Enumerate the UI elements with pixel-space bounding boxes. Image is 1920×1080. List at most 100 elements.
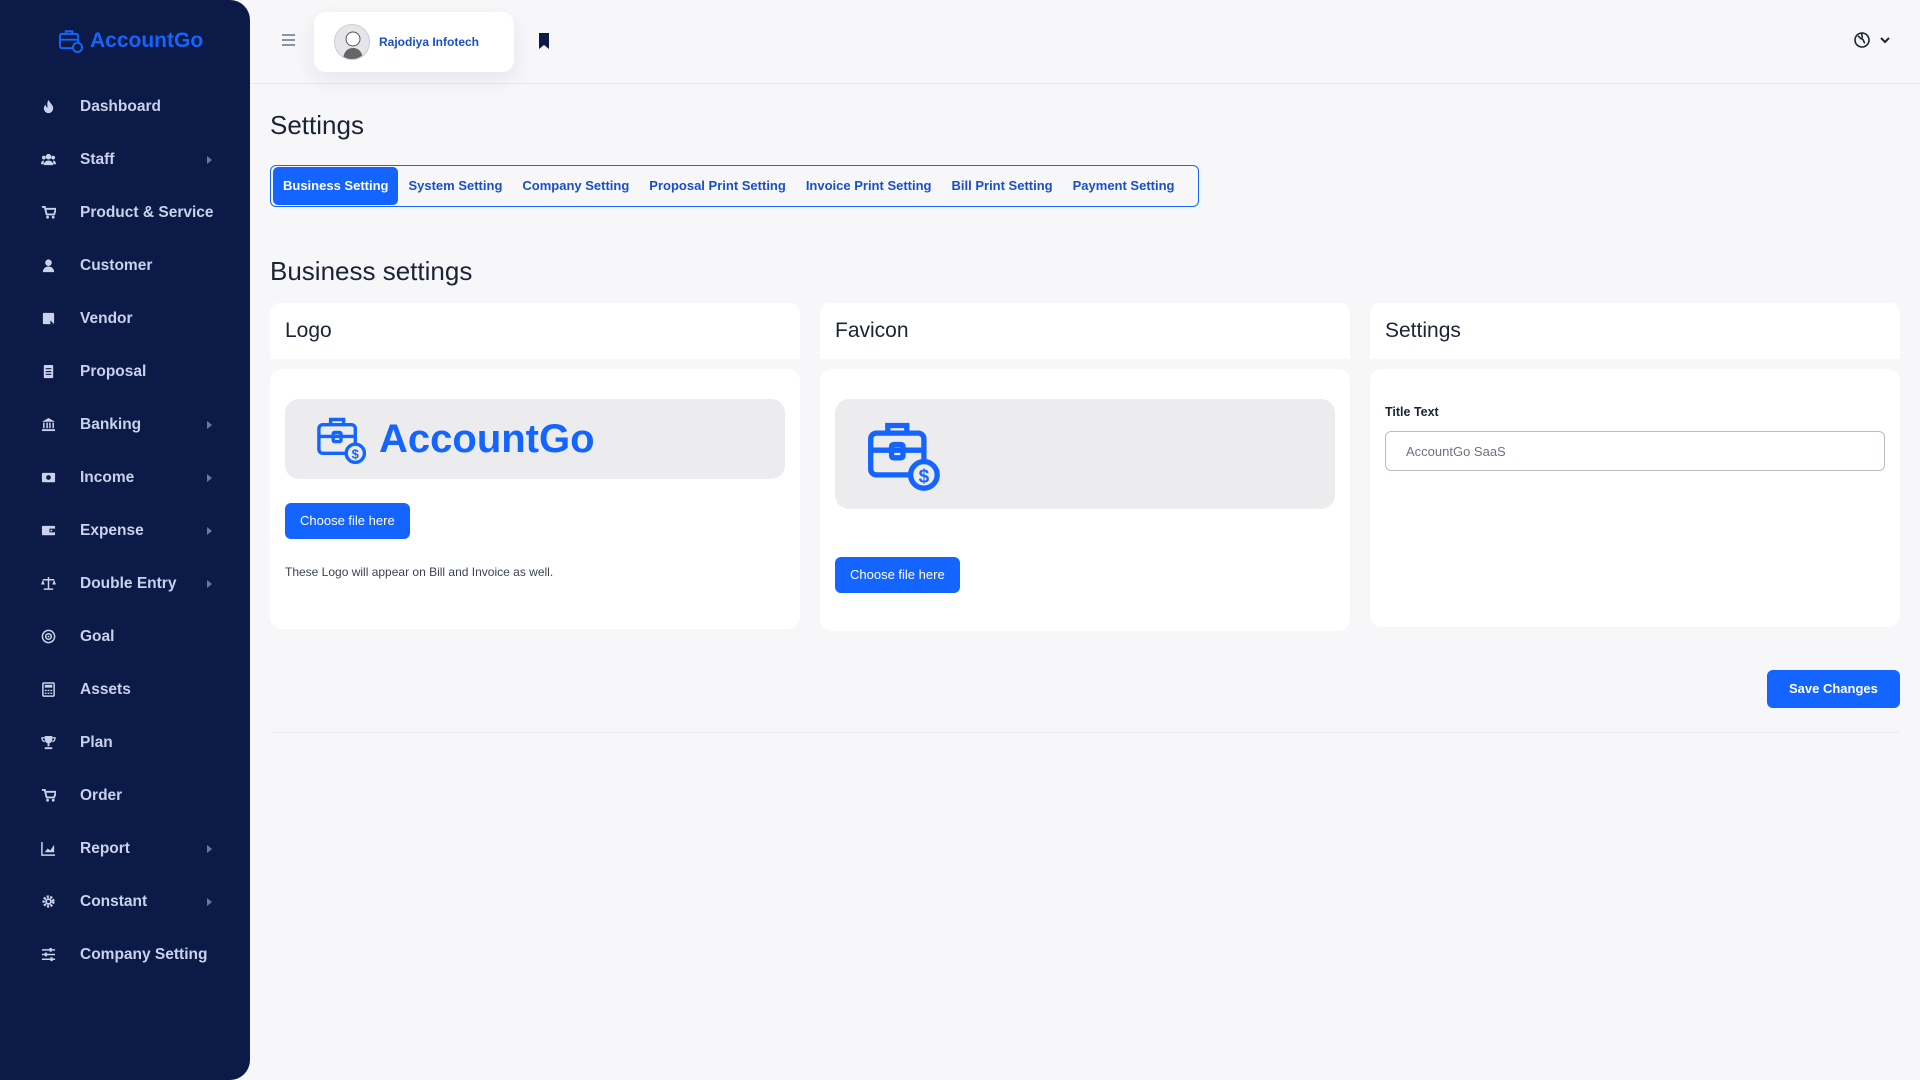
chevron-right-icon — [207, 420, 212, 429]
chevron-right-icon — [207, 155, 212, 164]
brand-logo[interactable]: AccountGo — [58, 28, 203, 54]
sidebar-item-constant[interactable]: Constant — [0, 875, 250, 928]
sidebar-item-label: Goal — [80, 627, 115, 645]
sidebar-item-label: Double Entry — [80, 574, 177, 592]
logo-card: Logo $ AccountGo Choose file here These … — [270, 303, 800, 629]
calculator-icon — [40, 682, 56, 698]
page-title: Settings — [270, 110, 364, 140]
sidebar-item-company-setting[interactable]: Company Setting — [0, 928, 250, 981]
sidebar-item-assets[interactable]: Assets — [0, 663, 250, 716]
title-text-input[interactable] — [1385, 431, 1885, 471]
sidebar-item-customer[interactable]: Customer — [0, 239, 250, 292]
logo-card-title: Logo — [270, 303, 800, 359]
users-icon — [40, 152, 56, 168]
user-profile-chip[interactable]: Rajodiya Infotech — [314, 12, 514, 72]
favicon-preview: $ — [835, 399, 1335, 509]
vendor-icon — [40, 311, 56, 327]
sidebar-item-label: Vendor — [80, 309, 133, 327]
sidebar-item-dashboard[interactable]: Dashboard — [0, 80, 250, 133]
tab-company-setting[interactable]: Company Setting — [512, 167, 639, 205]
sidebar-item-label: Report — [80, 839, 130, 857]
chevron-right-icon — [207, 579, 212, 588]
user-name: Rajodiya Infotech — [379, 35, 480, 49]
tab-proposal-print-setting[interactable]: Proposal Print Setting — [639, 167, 796, 205]
cart-icon — [40, 205, 56, 221]
globe-icon — [1854, 32, 1870, 48]
logo-preview: $ AccountGo — [285, 399, 785, 479]
sidebar-item-label: Assets — [80, 680, 131, 698]
tab-bill-print-setting[interactable]: Bill Print Setting — [942, 167, 1063, 205]
title-settings-card: Settings Title Text — [1370, 303, 1900, 627]
sidebar-item-label: Product & Service — [80, 203, 214, 221]
bank-icon — [40, 417, 56, 433]
sidebar-item-label: Staff — [80, 150, 115, 168]
sidebar-item-label: Expense — [80, 521, 144, 539]
bookmark-icon[interactable] — [538, 33, 550, 49]
avatar — [334, 24, 370, 60]
briefcase-dollar-icon: $ — [317, 417, 367, 465]
sidebar-item-proposal[interactable]: Proposal — [0, 345, 250, 398]
sidebar-item-goal[interactable]: Goal — [0, 610, 250, 663]
trophy-icon — [40, 735, 56, 751]
sliders-icon — [40, 947, 56, 963]
sidebar-item-banking[interactable]: Banking — [0, 398, 250, 451]
divider — [270, 732, 1900, 733]
tab-invoice-print-setting[interactable]: Invoice Print Setting — [796, 167, 942, 205]
sidebar-item-label: Income — [80, 468, 135, 486]
sidebar-nav: Dashboard Staff Product & Service Customer V… — [0, 80, 250, 981]
menu-toggle-icon[interactable] — [282, 34, 295, 46]
document-icon — [40, 364, 56, 380]
chart-icon — [40, 841, 56, 857]
brand-name: AccountGo — [90, 29, 204, 52]
logo-choose-file-button[interactable]: Choose file here — [285, 503, 410, 539]
settings-card-title: Settings — [1370, 303, 1900, 359]
sidebar-item-report[interactable]: Report — [0, 822, 250, 875]
sidebar-item-product-service[interactable]: Product & Service — [0, 186, 250, 239]
briefcase-dollar-icon — [58, 30, 84, 54]
wallet-icon — [40, 523, 56, 539]
gear-icon — [40, 894, 56, 910]
logo-note: These Logo will appear on Bill and Invoi… — [285, 565, 554, 579]
target-icon — [40, 629, 56, 645]
cart-plus-icon — [40, 788, 56, 804]
sidebar-item-label: Constant — [80, 892, 148, 910]
chevron-down-icon — [1880, 37, 1890, 44]
sidebar: AccountGo Dashboard Staff Product & Servic… — [0, 0, 250, 1080]
chevron-right-icon — [207, 526, 212, 535]
favicon-card-title: Favicon — [820, 303, 1350, 359]
sidebar-item-label: Dashboard — [80, 97, 161, 115]
dashboard-icon — [40, 99, 56, 115]
customer-icon — [40, 258, 56, 274]
sidebar-item-label: Plan — [80, 733, 113, 751]
sidebar-item-expense[interactable]: Expense — [0, 504, 250, 557]
logo-text: AccountGo — [379, 416, 595, 461]
top-header: Rajodiya Infotech — [250, 0, 1920, 84]
logo-card-body: $ AccountGo Choose file here These Logo … — [270, 369, 800, 629]
sidebar-item-plan[interactable]: Plan — [0, 716, 250, 769]
save-changes-button[interactable]: Save Changes — [1767, 670, 1900, 708]
favicon-choose-file-button[interactable]: Choose file here — [835, 557, 960, 593]
favicon-card-body: $ Choose file here — [820, 369, 1350, 631]
svg-text:$: $ — [352, 447, 360, 462]
sidebar-item-order[interactable]: Order — [0, 769, 250, 822]
sidebar-item-label: Proposal — [80, 362, 147, 380]
sidebar-item-label: Company Setting — [80, 945, 208, 963]
sidebar-item-label: Order — [80, 786, 123, 804]
sidebar-item-double-entry[interactable]: Double Entry — [0, 557, 250, 610]
tab-business-setting[interactable]: Business Setting — [273, 167, 399, 205]
chevron-right-icon — [207, 844, 212, 853]
sidebar-item-staff[interactable]: Staff — [0, 133, 250, 186]
title-text-label: Title Text — [1385, 405, 1439, 419]
tab-payment-setting[interactable]: Payment Setting — [1063, 167, 1185, 205]
tab-system-setting[interactable]: System Setting — [398, 167, 512, 205]
favicon-card: Favicon $ Choose file here — [820, 303, 1350, 631]
scale-icon — [40, 576, 56, 592]
chevron-right-icon — [207, 473, 212, 482]
sidebar-item-income[interactable]: Income — [0, 451, 250, 504]
language-selector[interactable] — [1854, 32, 1890, 48]
sidebar-item-label: Banking — [80, 415, 142, 433]
sidebar-item-vendor[interactable]: Vendor — [0, 292, 250, 345]
chevron-right-icon — [207, 897, 212, 906]
settings-tabs: Business Setting System Setting Company Se… — [270, 165, 1199, 207]
money-icon — [40, 470, 56, 486]
